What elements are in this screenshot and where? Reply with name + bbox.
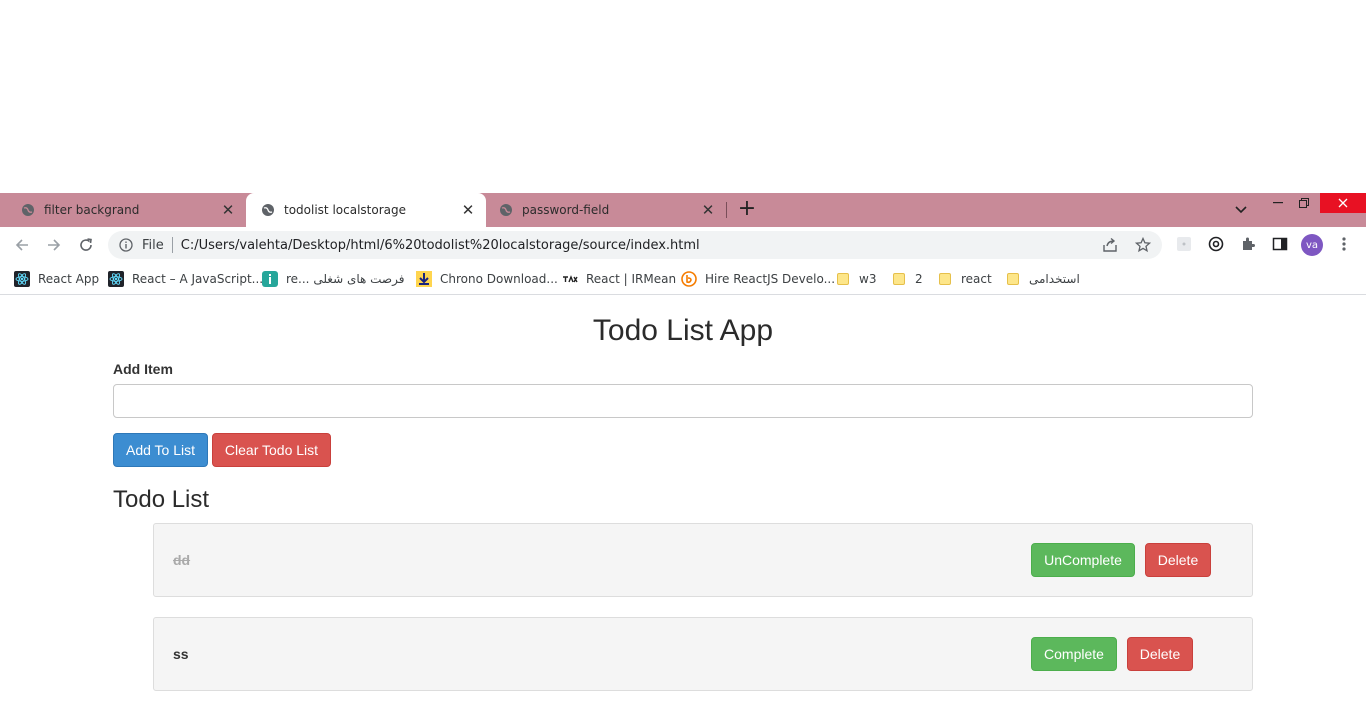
bookmark-label: Hire ReactJS Develo... [705, 272, 836, 286]
back-arrow-icon[interactable] [12, 235, 32, 255]
desktop-background [0, 0, 1366, 193]
bookmark-irmean[interactable]: React | IRMean [562, 269, 676, 289]
bookmark-hire-reactjs[interactable]: Hire ReactJS Develo... [681, 269, 835, 289]
todo-item: dd UnComplete Delete [153, 523, 1253, 597]
close-window-button[interactable] [1320, 193, 1366, 213]
profile-avatar[interactable]: va [1301, 234, 1323, 256]
tab-strip: filter backgrand ✕ todolist localstorage… [0, 193, 1366, 227]
bookmark-label: React – A JavaScript... [132, 272, 264, 286]
share-icon[interactable] [1102, 237, 1118, 253]
folder-icon [1005, 271, 1021, 287]
extension-link-icon[interactable] [1207, 235, 1225, 253]
close-tab-icon[interactable]: ✕ [220, 202, 236, 218]
bookmark-react-js[interactable]: React – A JavaScript... [108, 269, 263, 289]
add-to-list-button[interactable]: Add To List [113, 433, 208, 467]
bookmark-label: 2 [915, 272, 923, 286]
hire-icon [681, 271, 697, 287]
bookmark-folder-jobs[interactable]: استخدامی [1005, 269, 1080, 289]
irmean-icon [562, 271, 578, 287]
globe-icon [260, 202, 276, 218]
minimize-button[interactable] [1266, 193, 1290, 213]
tab-title: filter backgrand [44, 203, 140, 217]
tab-todolist-localstorage[interactable]: todolist localstorage ✕ [246, 193, 486, 227]
jobinja-icon [262, 271, 278, 287]
forward-arrow-icon[interactable] [44, 235, 64, 255]
side-panel-icon[interactable] [1271, 235, 1289, 253]
tab-title: password-field [522, 203, 610, 217]
bookmark-label: React | IRMean [586, 272, 677, 286]
todo-item-text: ss [173, 646, 189, 662]
bookmark-label: React App [38, 272, 100, 286]
extension-react-icon[interactable] [1175, 235, 1193, 253]
address-bar[interactable]: File C:/Users/valehta/Desktop/html/6%20t… [108, 231, 1162, 259]
todo-item: ss Complete Delete [153, 617, 1253, 691]
address-divider [171, 237, 173, 253]
clear-todo-list-button[interactable]: Clear Todo List [212, 433, 331, 467]
bookmark-folder-react[interactable]: react [937, 269, 992, 289]
folder-icon [835, 271, 851, 287]
tab-title: todolist localstorage [284, 203, 406, 217]
todo-item-text: dd [173, 552, 191, 568]
globe-icon [498, 202, 514, 218]
bookmark-label: استخدامی [1029, 272, 1080, 286]
folder-icon [891, 271, 907, 287]
react-icon [108, 271, 124, 287]
bookmark-react-app[interactable]: React App [14, 269, 99, 289]
bookmarks-bar: React App React – A JavaScript... re... … [0, 263, 1366, 295]
bookmark-label: react [961, 272, 992, 286]
close-tab-icon[interactable]: ✕ [700, 202, 716, 218]
globe-icon [20, 202, 36, 218]
close-tab-icon[interactable]: ✕ [460, 202, 476, 218]
url-text[interactable]: C:/Users/valehta/Desktop/html/6%20todoli… [181, 238, 700, 253]
bookmark-folder-w3[interactable]: w3 [835, 269, 876, 289]
bookmark-label: w3 [859, 272, 877, 286]
uncomplete-button[interactable]: UnComplete [1031, 543, 1135, 577]
info-icon[interactable] [118, 237, 134, 253]
add-item-input[interactable] [113, 384, 1253, 418]
add-item-label: Add Item [113, 361, 173, 377]
delete-button[interactable]: Delete [1145, 543, 1211, 577]
download-icon [416, 271, 432, 287]
bookmark-label: re... فرصت های شغلی [286, 272, 405, 286]
complete-button[interactable]: Complete [1031, 637, 1117, 671]
browser-toolbar: File C:/Users/valehta/Desktop/html/6%20t… [0, 227, 1366, 263]
puzzle-extensions-icon[interactable] [1239, 235, 1257, 253]
kebab-menu-icon[interactable] [1335, 235, 1353, 253]
react-icon [14, 271, 30, 287]
bookmark-folder-2[interactable]: 2 [891, 269, 923, 289]
restore-button[interactable] [1292, 193, 1316, 213]
tab-separator [726, 202, 727, 218]
page-title: Todo List App [592, 314, 774, 347]
star-icon[interactable] [1135, 237, 1151, 253]
tab-search-chevron-icon[interactable] [1230, 200, 1252, 220]
page-content: Todo List App Add Item Add To List Clear… [0, 296, 1366, 728]
tab-filter-backgrand[interactable]: filter backgrand ✕ [0, 193, 246, 227]
scheme-label: File [142, 237, 164, 253]
new-tab-button[interactable]: + [736, 198, 758, 220]
tab-password-field[interactable]: password-field ✕ [486, 193, 726, 227]
reload-icon[interactable] [76, 235, 96, 255]
delete-button[interactable]: Delete [1127, 637, 1193, 671]
folder-icon [937, 271, 953, 287]
bookmark-label: Chrono Download... [440, 272, 558, 286]
bookmark-chrono[interactable]: Chrono Download... [416, 269, 558, 289]
bookmark-jobinja[interactable]: re... فرصت های شغلی [262, 269, 404, 289]
todo-list-heading: Todo List [113, 486, 210, 513]
